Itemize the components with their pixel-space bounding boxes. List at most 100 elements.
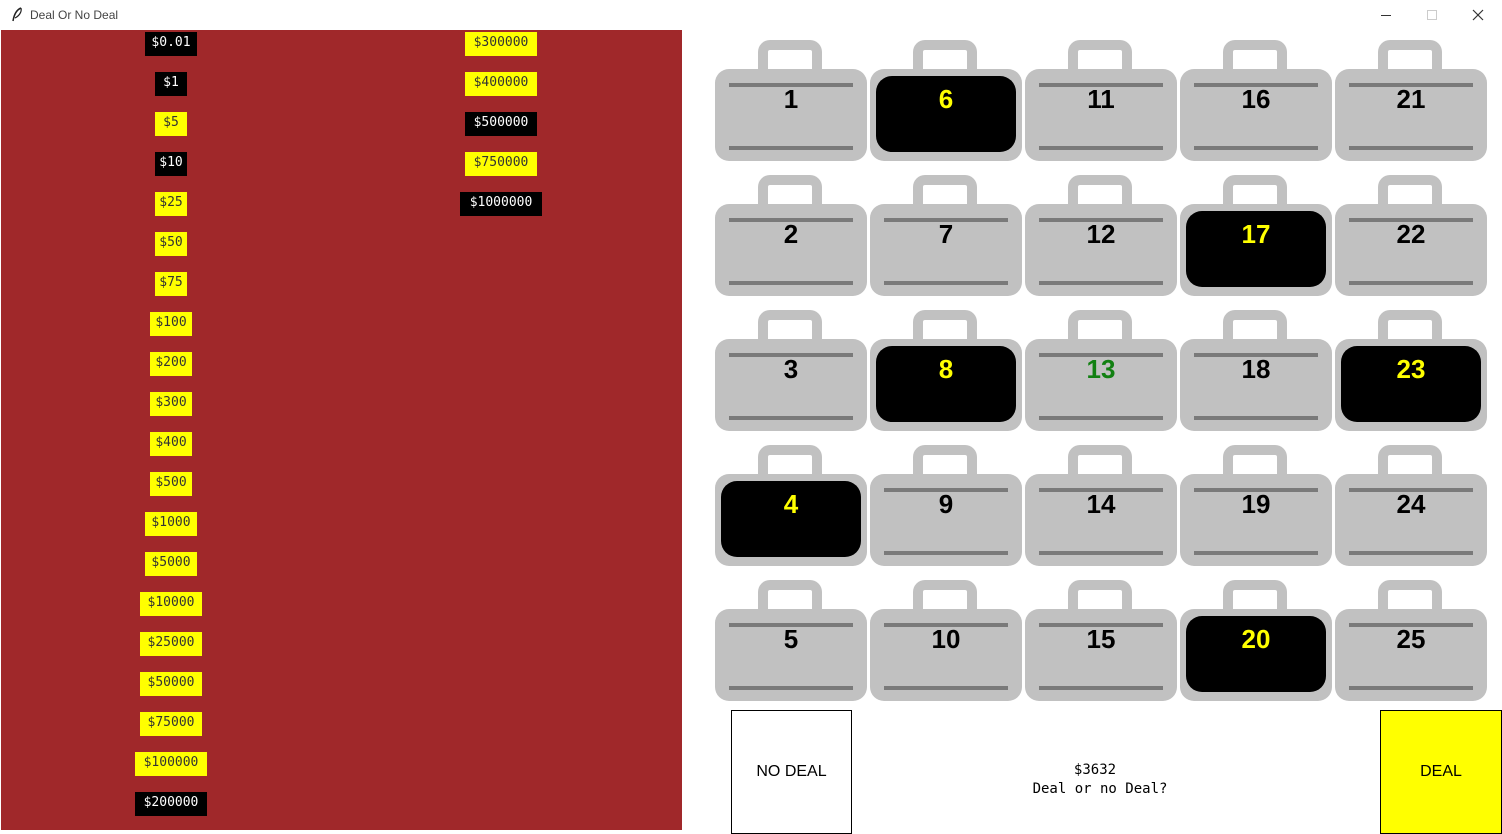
case-stripe [729,686,853,690]
briefcase-1[interactable]: 1 [715,40,867,162]
banker-prompt: Deal or no Deal? [1032,781,1168,797]
briefcase-8[interactable]: 8 [870,310,1022,432]
case-number: 14 [1086,489,1116,519]
briefcase-3[interactable]: 3 [715,310,867,432]
maximize-button[interactable] [1410,3,1454,27]
case-stripe [1349,686,1473,690]
briefcase-5[interactable]: 5 [715,580,867,702]
case-number: 20 [1241,624,1271,654]
case-stripe [1039,146,1163,150]
minimize-button[interactable] [1364,3,1408,27]
money-amount: $5 [155,112,187,136]
case-stripe [1194,551,1318,555]
money-amount: $1 [155,72,187,96]
case-number: 19 [1241,489,1271,519]
minimize-icon [1381,15,1391,16]
case-stripe [1349,146,1473,150]
case-number: 21 [1396,84,1426,114]
case-stripe [884,686,1008,690]
money-amount: $400000 [465,72,537,96]
money-amount: $200 [150,352,192,376]
case-number: 10 [931,624,961,654]
briefcase-17[interactable]: 17 [1180,175,1332,297]
money-amount: $25 [155,192,187,216]
money-amount: $300 [150,392,192,416]
case-stripe [729,146,853,150]
briefcase-11[interactable]: 11 [1025,40,1177,162]
money-amount: $5000 [145,552,197,576]
case-stripe [884,551,1008,555]
money-amount: $50000 [140,672,202,696]
case-number: 7 [938,219,954,249]
briefcase-22[interactable]: 22 [1335,175,1487,297]
money-amount: $400 [150,432,192,456]
money-amount: $75 [155,272,187,296]
money-amount: $75000 [140,712,202,736]
briefcase-6[interactable]: 6 [870,40,1022,162]
briefcase-19[interactable]: 19 [1180,445,1332,567]
case-number: 16 [1241,84,1271,114]
case-stripe [1349,551,1473,555]
briefcase-13[interactable]: 13 [1025,310,1177,432]
no-deal-button[interactable]: NO DEAL [731,710,852,834]
case-number: 3 [783,354,799,384]
case-number: 12 [1086,219,1116,249]
briefcase-20[interactable]: 20 [1180,580,1332,702]
money-amount: $500 [150,472,192,496]
money-amount: $100000 [135,752,207,776]
money-amount: $25000 [140,632,202,656]
case-stripe [1039,686,1163,690]
briefcase-18[interactable]: 18 [1180,310,1332,432]
case-number: 13 [1086,354,1116,384]
money-amount: $10 [155,152,187,176]
close-icon [1472,9,1484,21]
window-title: Deal Or No Deal [30,8,119,22]
close-button[interactable] [1456,3,1500,27]
money-amount: $1000000 [460,192,542,216]
case-number: 1 [783,84,799,114]
case-stripe [1039,281,1163,285]
briefcase-4[interactable]: 4 [715,445,867,567]
money-amount: $100 [150,312,192,336]
case-stripe [1194,416,1318,420]
case-number: 23 [1396,354,1426,384]
case-number: 4 [783,489,799,519]
case-number: 6 [938,84,954,114]
case-number: 5 [783,624,799,654]
briefcase-10[interactable]: 10 [870,580,1022,702]
case-number: 18 [1241,354,1271,384]
feather-icon [12,7,22,22]
case-number: 22 [1396,219,1426,249]
briefcase-14[interactable]: 14 [1025,445,1177,567]
money-amount: $0.01 [145,32,197,56]
deal-button[interactable]: DEAL [1380,710,1502,834]
case-number: 9 [938,489,954,519]
banker-offer: $3632 [1073,762,1117,778]
money-amount: $50 [155,232,187,256]
money-amount: $1000 [145,512,197,536]
case-stripe [729,416,853,420]
case-number: 11 [1087,84,1115,114]
briefcase-9[interactable]: 9 [870,445,1022,567]
briefcase-24[interactable]: 24 [1335,445,1487,567]
case-stripe [729,281,853,285]
briefcase-25[interactable]: 25 [1335,580,1487,702]
briefcase-15[interactable]: 15 [1025,580,1177,702]
money-amount: $10000 [140,592,202,616]
case-stripe [1039,551,1163,555]
briefcase-2[interactable]: 2 [715,175,867,297]
money-amount: $500000 [465,112,537,136]
case-stripe [1039,416,1163,420]
money-amount: $300000 [465,32,537,56]
case-number: 2 [783,219,799,249]
briefcase-21[interactable]: 21 [1335,40,1487,162]
case-number: 8 [938,354,954,384]
case-stripe [1349,281,1473,285]
briefcase-16[interactable]: 16 [1180,40,1332,162]
case-number: 24 [1396,489,1426,519]
case-stripe [1194,146,1318,150]
briefcase-7[interactable]: 7 [870,175,1022,297]
briefcase-12[interactable]: 12 [1025,175,1177,297]
case-number: 15 [1086,624,1116,654]
briefcase-23[interactable]: 23 [1335,310,1487,432]
